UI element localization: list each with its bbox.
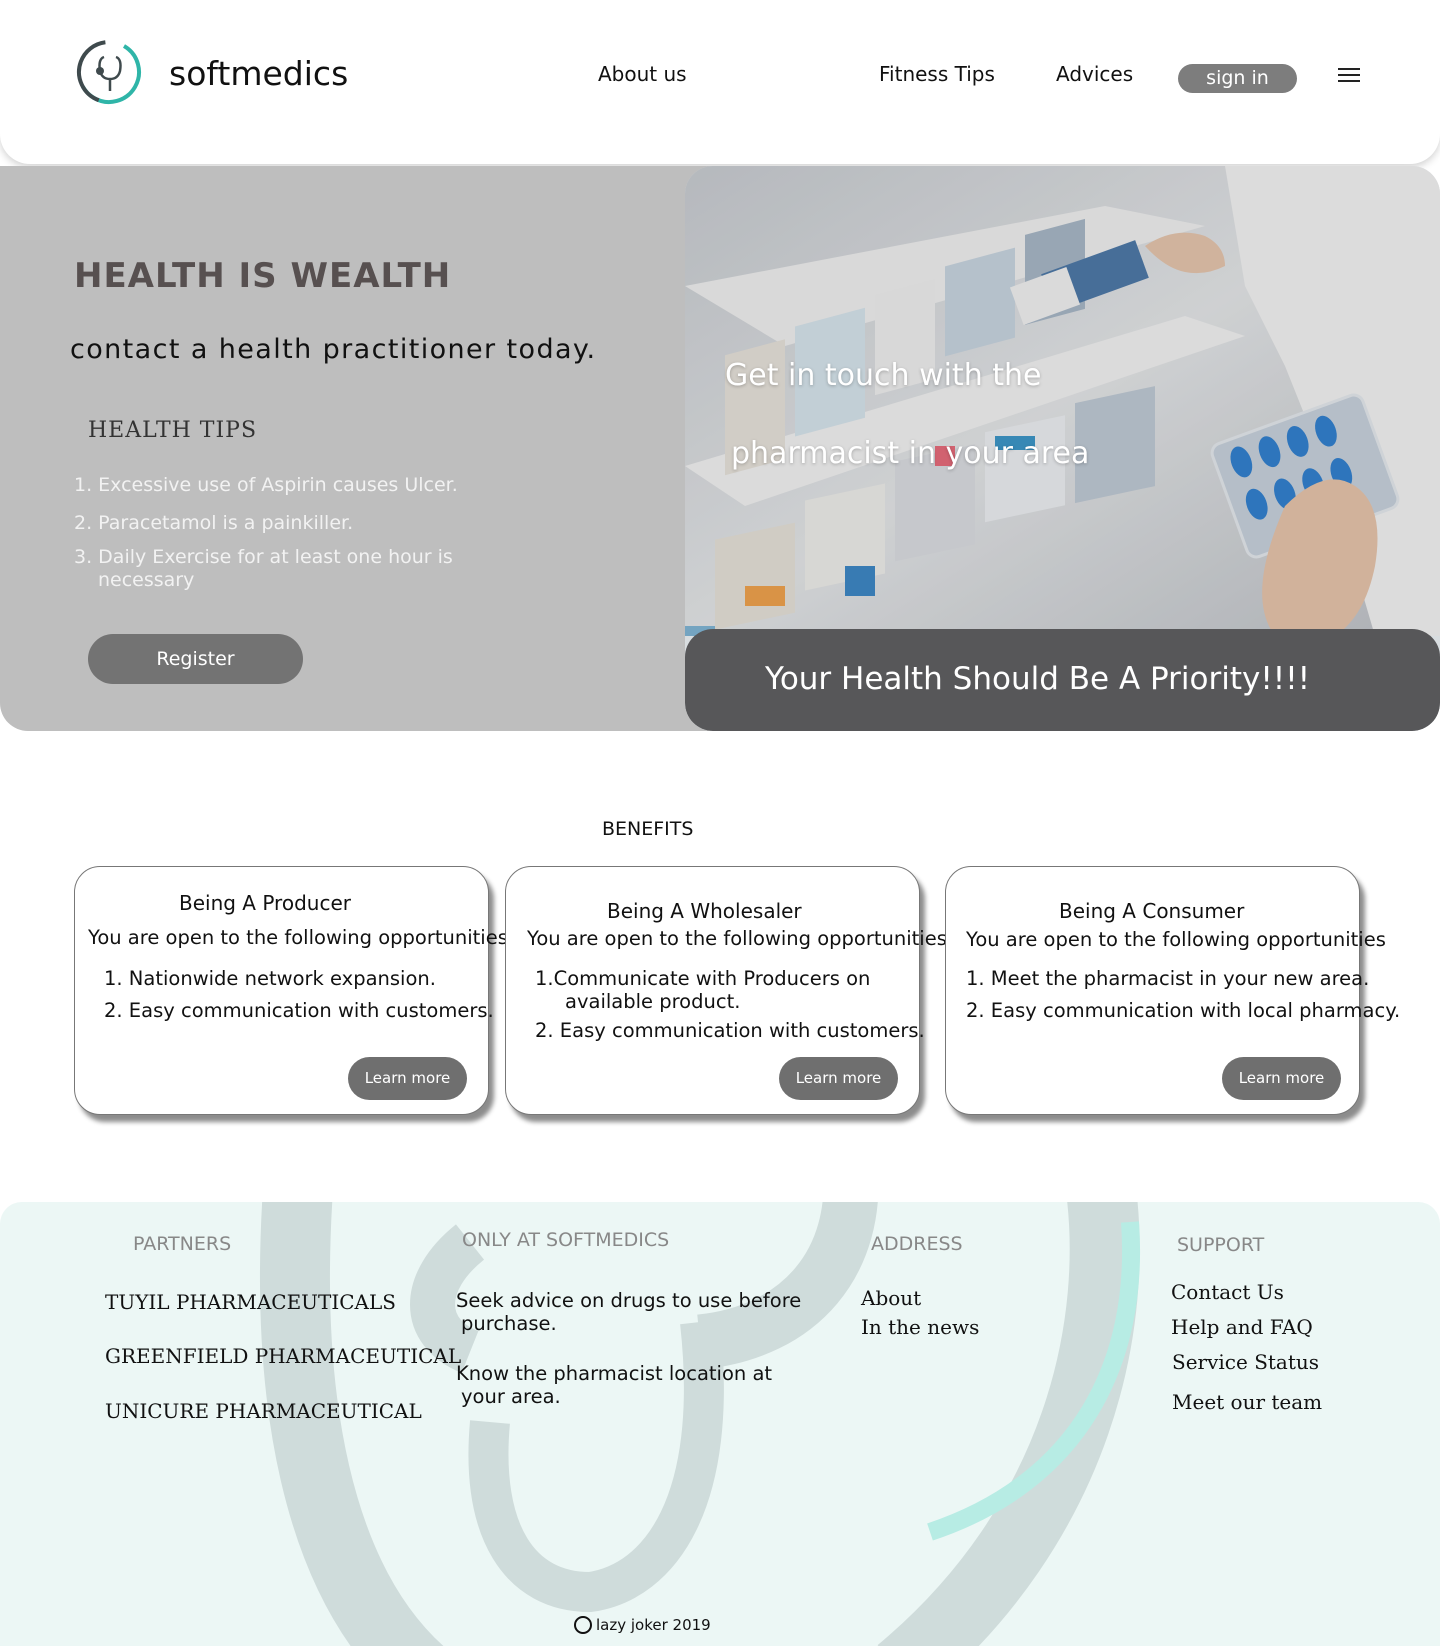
hero-image-panel: Get in touch with the pharmacist in your… [685, 166, 1440, 731]
site-footer: PARTNERS TUYIL PHARMACEUTICALS GREENFIEL… [0, 1202, 1440, 1646]
support-link-status[interactable]: Service Status [1172, 1350, 1319, 1374]
photo-caption-line-2: pharmacist in your area [731, 436, 1090, 471]
card-list-item: 2. Easy communication with customers. [104, 999, 494, 1022]
photo-caption-line-1: Get in touch with the [725, 358, 1042, 393]
register-button[interactable]: Register [88, 634, 303, 684]
support-heading: SUPPORT [1177, 1234, 1265, 1256]
only-item: Know the pharmacist location at [456, 1362, 773, 1385]
hamburger-menu-icon[interactable] [1338, 68, 1360, 84]
partner-link[interactable]: UNICURE PHARMACEUTICAL [105, 1399, 422, 1423]
partner-link[interactable]: TUYIL PHARMACEUTICALS [105, 1290, 396, 1314]
address-link-news[interactable]: In the news [861, 1315, 979, 1339]
copyright-circle-icon [574, 1616, 592, 1634]
only-item: purchase. [461, 1312, 557, 1335]
card-list-item: 1. Nationwide network expansion. [104, 967, 436, 990]
support-link-team[interactable]: Meet our team [1172, 1390, 1322, 1414]
site-header: softmedics About us Fitness Tips Advices… [0, 0, 1440, 164]
stethoscope-watermark-icon [260, 1202, 1140, 1646]
sign-in-button[interactable]: sign in [1178, 64, 1297, 93]
benefit-card-producer: Being A Producer You are open to the fol… [74, 866, 508, 1115]
nav-fitness-tips[interactable]: Fitness Tips [879, 62, 995, 86]
card-list-item: 1. Meet the pharmacist in your new area. [966, 967, 1370, 990]
card-subtitle: You are open to the following opportunit… [527, 927, 947, 950]
partner-link[interactable]: GREENFIELD PHARMACEUTICAL [105, 1344, 461, 1368]
learn-more-button[interactable]: Learn more [779, 1057, 898, 1100]
card-subtitle: You are open to the following opportunit… [966, 928, 1386, 951]
only-item: your area. [461, 1385, 561, 1408]
health-tip-item: necessary [98, 569, 195, 591]
priority-text: Your Health Should Be A Priority!!!! [765, 661, 1311, 697]
card-list-item: 1.Communicate with Producers on [535, 967, 871, 990]
card-title: Being A Consumer [1059, 899, 1245, 923]
pharmacy-shelf-image [685, 166, 1440, 636]
health-tip-item: 1. Excessive use of Aspirin causes Ulcer… [74, 474, 458, 496]
support-link-contact[interactable]: Contact Us [1171, 1280, 1284, 1304]
card-title: Being A Producer [179, 891, 351, 915]
nav-about-us[interactable]: About us [598, 62, 687, 86]
card-list-item: 2. Easy communication with local pharmac… [966, 999, 1401, 1022]
health-tip-item: 2. Paracetamol is a painkiller. [74, 512, 354, 534]
stethoscope-logo-icon[interactable] [76, 39, 142, 105]
copyright: lazy joker 2019 [574, 1616, 711, 1634]
hero-left-panel: HEALTH IS WEALTH contact a health practi… [0, 166, 720, 731]
learn-more-button[interactable]: Learn more [1222, 1057, 1341, 1100]
hero-subtitle: contact a health practitioner today. [70, 334, 597, 365]
card-subtitle: You are open to the following opportunit… [88, 926, 508, 949]
learn-more-button[interactable]: Learn more [348, 1057, 467, 1100]
address-link-about[interactable]: About [861, 1286, 921, 1310]
priority-banner: Your Health Should Be A Priority!!!! [685, 629, 1440, 731]
hero-title: HEALTH IS WEALTH [74, 256, 452, 296]
partners-heading: PARTNERS [133, 1233, 232, 1255]
only-item: Seek advice on drugs to use before [456, 1289, 802, 1312]
card-list-item: available product. [565, 990, 741, 1013]
address-heading: ADDRESS [871, 1233, 963, 1255]
health-tips-heading: HEALTH TIPS [88, 418, 258, 443]
card-list-item: 2. Easy communication with customers. [535, 1019, 925, 1042]
benefits-heading: BENEFITS [602, 818, 694, 840]
copyright-text: lazy joker 2019 [596, 1616, 711, 1634]
benefit-card-wholesaler: Being A Wholesaler You are open to the f… [505, 866, 947, 1115]
health-tip-item: 3. Daily Exercise for at least one hour … [74, 546, 453, 568]
brand-name[interactable]: softmedics [169, 54, 348, 93]
only-at-softmedics-heading: ONLY AT SOFTMEDICS [462, 1229, 670, 1251]
card-title: Being A Wholesaler [607, 899, 802, 923]
support-link-faq[interactable]: Help and FAQ [1171, 1315, 1313, 1339]
benefit-card-consumer: Being A Consumer You are open to the fol… [945, 866, 1400, 1115]
nav-advices[interactable]: Advices [1056, 62, 1133, 86]
